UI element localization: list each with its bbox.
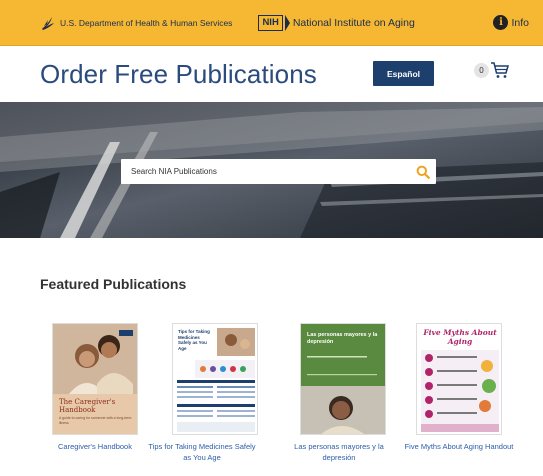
publication-cover[interactable]: Tips for Taking Medicines Safely as You … xyxy=(172,323,258,435)
publication-title[interactable]: Las personas mayores y la depresión xyxy=(284,441,394,463)
nih-logo: NIH xyxy=(258,14,283,31)
site-header: Order Free Publications Español 0 xyxy=(0,46,543,102)
publication-title[interactable]: Tips for Taking Medicines Safely as You … xyxy=(147,441,257,463)
hhs-label: U.S. Department of Health & Human Servic… xyxy=(60,17,233,28)
publication-title[interactable]: Five Myths About Aging Handout xyxy=(404,441,514,452)
page-title[interactable]: Order Free Publications xyxy=(40,59,317,90)
info-label: Info xyxy=(511,16,529,29)
cart-icon[interactable] xyxy=(490,60,510,80)
search-bar xyxy=(121,159,436,184)
info-button[interactable]: i Info xyxy=(493,15,529,30)
myths-cover-art xyxy=(421,350,499,432)
nia-label: National Institute on Aging xyxy=(292,16,415,29)
info-icon: i xyxy=(493,15,509,30)
cover-title: Las personas mayores y la depresión xyxy=(307,332,378,345)
publication-cover[interactable]: Five Myths About Aging xyxy=(416,323,502,435)
espanol-button[interactable]: Español xyxy=(373,61,434,86)
medicines-cover-art xyxy=(177,328,255,432)
search-icon[interactable] xyxy=(416,165,430,179)
hhs-link[interactable]: U.S. Department of Health & Human Servic… xyxy=(40,14,232,32)
nih-arrow-icon xyxy=(284,14,290,31)
hero-banner xyxy=(0,102,543,238)
publication-cover[interactable]: The Caregiver's Handbook A guide to cari… xyxy=(52,323,138,435)
nia-link[interactable]: NIH National Institute on Aging xyxy=(258,14,415,31)
publication-title[interactable]: Caregiver's Handbook xyxy=(40,441,150,452)
gov-banner: U.S. Department of Health & Human Servic… xyxy=(0,0,543,46)
hhs-eagle-icon xyxy=(42,16,54,30)
cart-count-badge: 0 xyxy=(474,63,489,78)
cover-subtitle: A guide to caring for someone with a lon… xyxy=(59,416,132,425)
featured-heading: Featured Publications xyxy=(40,276,187,292)
cover-title: The Caregiver's Handbook xyxy=(59,398,116,414)
publication-cover[interactable]: Las personas mayores y la depresión xyxy=(300,323,386,435)
search-input[interactable] xyxy=(131,167,416,176)
